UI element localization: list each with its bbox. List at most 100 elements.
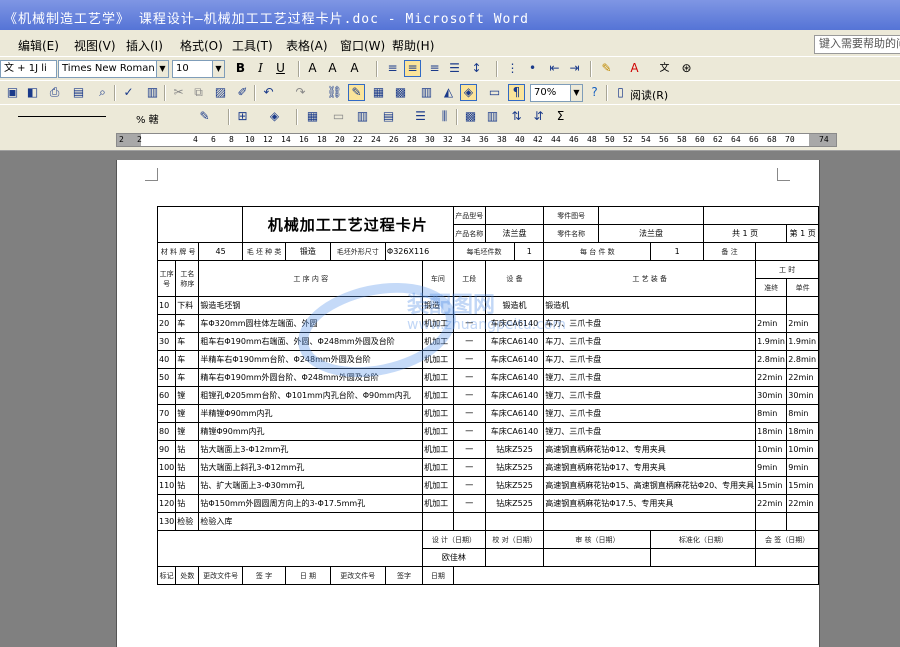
op-name: 车 xyxy=(175,314,200,333)
insert-table-icon[interactable]: ▦ xyxy=(370,84,387,101)
print-preview-icon[interactable]: ▤ xyxy=(70,84,87,101)
borders-icon[interactable]: ⊞ xyxy=(234,108,251,125)
drawing-icon[interactable]: ◭ xyxy=(440,84,457,101)
hyperlink-icon[interactable]: ⛓ xyxy=(326,84,343,101)
menu-help[interactable]: 帮助(H) xyxy=(392,37,434,54)
print-icon[interactable]: ⎙ xyxy=(46,84,63,101)
bold-button[interactable]: B xyxy=(232,60,249,77)
menu-table[interactable]: 表格(A) xyxy=(286,37,328,54)
op-no: 120 xyxy=(156,494,177,513)
chevron-down-icon[interactable]: ▼ xyxy=(570,85,582,101)
style-combo[interactable]: 文 + 1J li xyxy=(0,60,57,78)
insert-table-icon[interactable]: ▦ xyxy=(304,108,321,125)
distribute-rows-icon[interactable]: ☰ xyxy=(412,108,429,125)
paragraph-mark-icon[interactable]: ¶ xyxy=(508,84,525,101)
menu-insert[interactable]: 插入(I) xyxy=(126,37,163,54)
insert-excel-icon[interactable]: ▩ xyxy=(392,84,409,101)
format-painter-icon[interactable]: ✐ xyxy=(234,84,251,101)
op-unit: 10min xyxy=(786,440,819,459)
phonetic-guide-icon[interactable]: 文 xyxy=(656,60,673,77)
line-spacing-icon[interactable]: ↕ xyxy=(468,60,485,77)
show-hide-icon[interactable]: ▭ xyxy=(486,84,503,101)
zoom-combo[interactable]: 70% ▼ xyxy=(530,84,583,102)
research-icon[interactable]: ⌕ xyxy=(94,84,111,101)
char-shading-icon[interactable]: A xyxy=(324,60,341,77)
font-combo[interactable]: Times New Roman ▼ xyxy=(58,60,169,78)
increase-indent-icon[interactable]: ⇥ xyxy=(566,60,583,77)
permission-icon[interactable]: ◧ xyxy=(24,84,41,101)
pen-color-icon[interactable]: ✎ xyxy=(196,108,213,125)
part-name-label: 零件名称 xyxy=(543,224,600,243)
product-name-label: 产品名称 xyxy=(452,224,486,243)
menu-view[interactable]: 视图(V) xyxy=(74,37,116,54)
align-center-icon[interactable]: ≡ xyxy=(404,60,421,77)
menu-window[interactable]: 窗口(W) xyxy=(340,37,385,54)
merge-cells-icon[interactable]: ▭ xyxy=(330,108,347,125)
cut-icon[interactable]: ✂ xyxy=(170,84,187,101)
op-section: 一 xyxy=(452,332,486,351)
undo-icon[interactable]: ↶ xyxy=(260,84,277,101)
split-cells-icon[interactable]: ▥ xyxy=(354,108,371,125)
op-unit: 1.9min xyxy=(786,332,819,351)
part-no-label: 零件图号 xyxy=(543,206,600,225)
op-tooling: 车刀、三爪卡盘 xyxy=(543,332,757,351)
highlight-icon[interactable]: ✎ xyxy=(598,60,615,77)
align-left-icon[interactable]: ≡ xyxy=(384,60,401,77)
bullets-icon[interactable]: • xyxy=(524,60,541,77)
columns-icon[interactable]: ▥ xyxy=(418,84,435,101)
font-color-icon[interactable]: A xyxy=(626,60,643,77)
document-page[interactable]: 机械加工工艺过程卡片 产品型号 零件图号 产品名称 法兰盘 零件名称 法兰盘 共… xyxy=(116,160,820,647)
distribute-cols-icon[interactable]: ⫼ xyxy=(436,108,453,125)
spelling-icon[interactable]: ✓ xyxy=(120,84,137,101)
font-size-combo[interactable]: 10 ▼ xyxy=(172,60,225,78)
align-right-icon[interactable]: ≡ xyxy=(426,60,443,77)
text-direction-icon[interactable]: ▥ xyxy=(484,108,501,125)
op-unit: 15min xyxy=(786,476,819,495)
redo-icon[interactable]: ↷ xyxy=(292,84,309,101)
char-border-icon[interactable]: A xyxy=(304,60,321,77)
sort-descending-icon[interactable]: ⇵ xyxy=(530,108,547,125)
ruler-strip: 2 2 4 6 8 10 12 14 16 18 20 22 24 26 28 … xyxy=(116,133,837,147)
op-unit: 18min xyxy=(786,422,819,441)
underline-button[interactable]: U xyxy=(272,60,289,77)
numbering-icon[interactable]: ⋮ xyxy=(504,60,521,77)
table-row: 90 钻钻大端面上3-Φ12mm孔 机加工一钻床Z525 高速钢直柄麻花钻Φ12、专用… xyxy=(156,440,819,459)
op-name: 车 xyxy=(175,332,200,351)
menu-format[interactable]: 格式(O) xyxy=(180,37,223,54)
foot-sign: 签 字 xyxy=(241,566,287,585)
enclose-char-icon[interactable]: ⊛ xyxy=(678,60,695,77)
sign-design: 设 计（日期） xyxy=(422,530,486,549)
op-content: 锻造毛坯钢 xyxy=(198,296,424,315)
line-style-combo[interactable] xyxy=(4,108,119,124)
op-no: 110 xyxy=(156,476,177,495)
chevron-down-icon[interactable]: ▼ xyxy=(156,61,168,77)
op-equipment: 车床CA6140 xyxy=(484,368,545,387)
read-icon[interactable]: ▯ xyxy=(612,84,629,101)
italic-button[interactable]: I xyxy=(252,60,269,77)
op-content: 检验入库 xyxy=(198,512,424,531)
help-icon[interactable]: ? xyxy=(586,84,603,101)
cell-align-icon[interactable]: ▤ xyxy=(380,108,397,125)
help-search-input[interactable]: 键入需要帮助的问题 xyxy=(814,35,900,54)
chevron-down-icon[interactable]: ▼ xyxy=(212,61,224,77)
shading-icon[interactable]: ◈ xyxy=(266,108,283,125)
justify-icon[interactable]: ☰ xyxy=(446,60,463,77)
char-scale-icon[interactable]: A xyxy=(346,60,363,77)
menu-edit[interactable]: 编辑(E) xyxy=(18,37,59,54)
sort-ascending-icon[interactable]: ⇅ xyxy=(508,108,525,125)
table-autoformat-icon[interactable]: ▩ xyxy=(462,108,479,125)
line-weight-label[interactable]: % 轄 xyxy=(136,111,159,126)
horizontal-ruler[interactable]: 2 2 4 6 8 10 12 14 16 18 20 22 24 26 28 … xyxy=(0,128,900,151)
paste-icon[interactable]: ▨ xyxy=(212,84,229,101)
menu-tools[interactable]: 工具(T) xyxy=(232,37,273,54)
op-workshop: 锻造 xyxy=(422,296,454,315)
tables-borders-icon[interactable]: ✎ xyxy=(348,84,365,101)
research-book-icon[interactable]: ▥ xyxy=(144,84,161,101)
read-button[interactable]: 阅读(R) xyxy=(630,87,668,103)
save-icon[interactable]: ▣ xyxy=(4,84,21,101)
op-equipment: 车床CA6140 xyxy=(484,332,545,351)
document-map-icon[interactable]: ◈ xyxy=(460,84,477,101)
copy-icon[interactable]: ⧉ xyxy=(190,84,207,101)
decrease-indent-icon[interactable]: ⇤ xyxy=(546,60,563,77)
autosum-icon[interactable]: Σ xyxy=(552,108,569,125)
